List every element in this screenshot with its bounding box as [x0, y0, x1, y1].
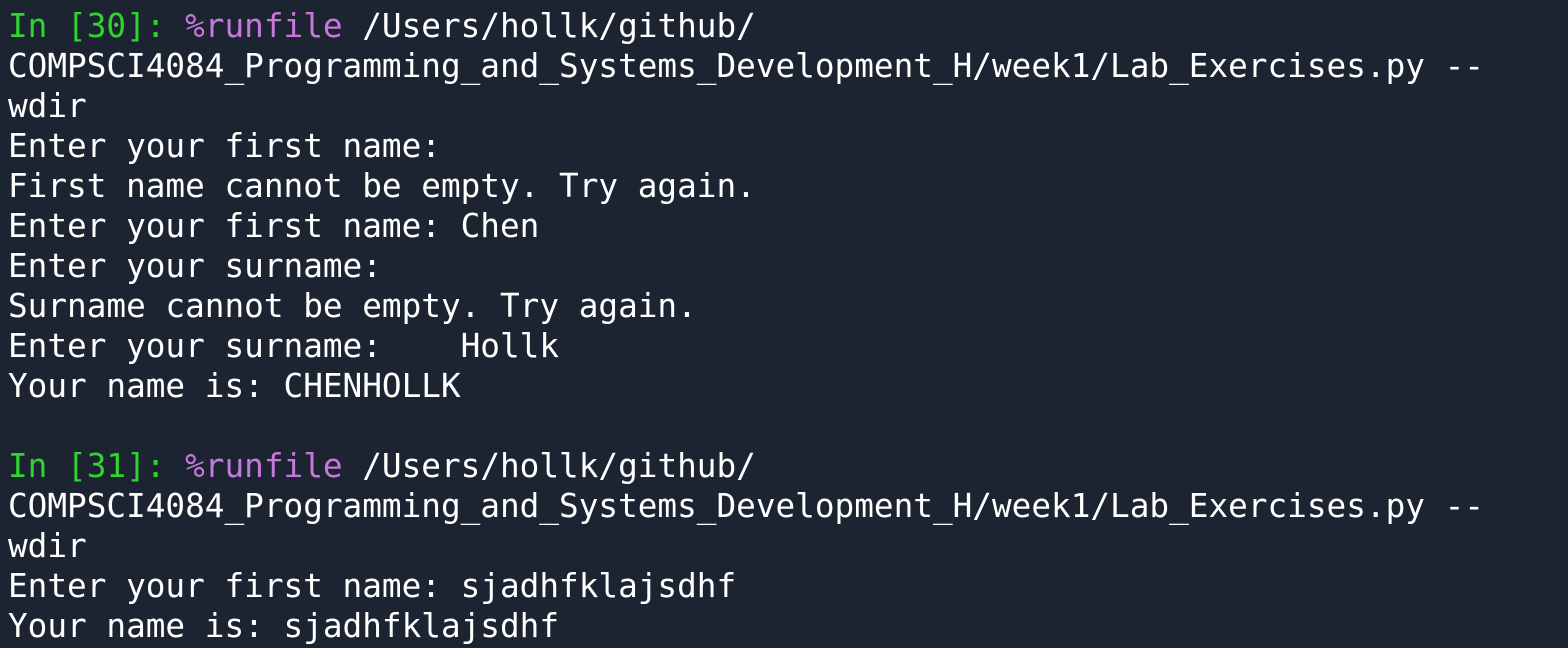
output-line: Your name is: CHENHOLLK: [8, 367, 461, 405]
command-continuation: wdir: [8, 87, 87, 125]
magic-command: %runfile: [185, 7, 343, 45]
command-continuation: wdir: [8, 527, 87, 565]
output-line: Enter your surname:: [8, 247, 382, 285]
magic-command: %runfile: [185, 447, 343, 485]
command-continuation: COMPSCI4084_Programming_and_Systems_Deve…: [8, 47, 1484, 85]
output-line: Surname cannot be empty. Try again.: [8, 287, 697, 325]
output-line: Enter your first name: Chen: [8, 207, 540, 245]
command-args: /Users/hollk/github/: [362, 7, 756, 45]
output-line: Your name is: sjadhfklajsdhf: [8, 607, 560, 645]
output-line: Enter your first name: sjadhfklajsdhf: [8, 567, 737, 605]
output-line: Enter your first name:: [8, 127, 441, 165]
command-continuation: COMPSCI4084_Programming_and_Systems_Deve…: [8, 487, 1484, 525]
input-line: In [31]: %runfile /Users/hollk/github/: [8, 446, 1564, 486]
input-prompt: In [31]:: [8, 447, 166, 485]
input-prompt: In [30]:: [8, 7, 166, 45]
input-line: In [30]: %runfile /Users/hollk/github/: [8, 6, 1564, 46]
output-line: Enter your surname: Hollk: [8, 327, 560, 365]
command-args: /Users/hollk/github/: [362, 447, 756, 485]
ipython-console[interactable]: In [30]: %runfile /Users/hollk/github/ C…: [8, 6, 1564, 648]
output-line: First name cannot be empty. Try again.: [8, 167, 756, 205]
